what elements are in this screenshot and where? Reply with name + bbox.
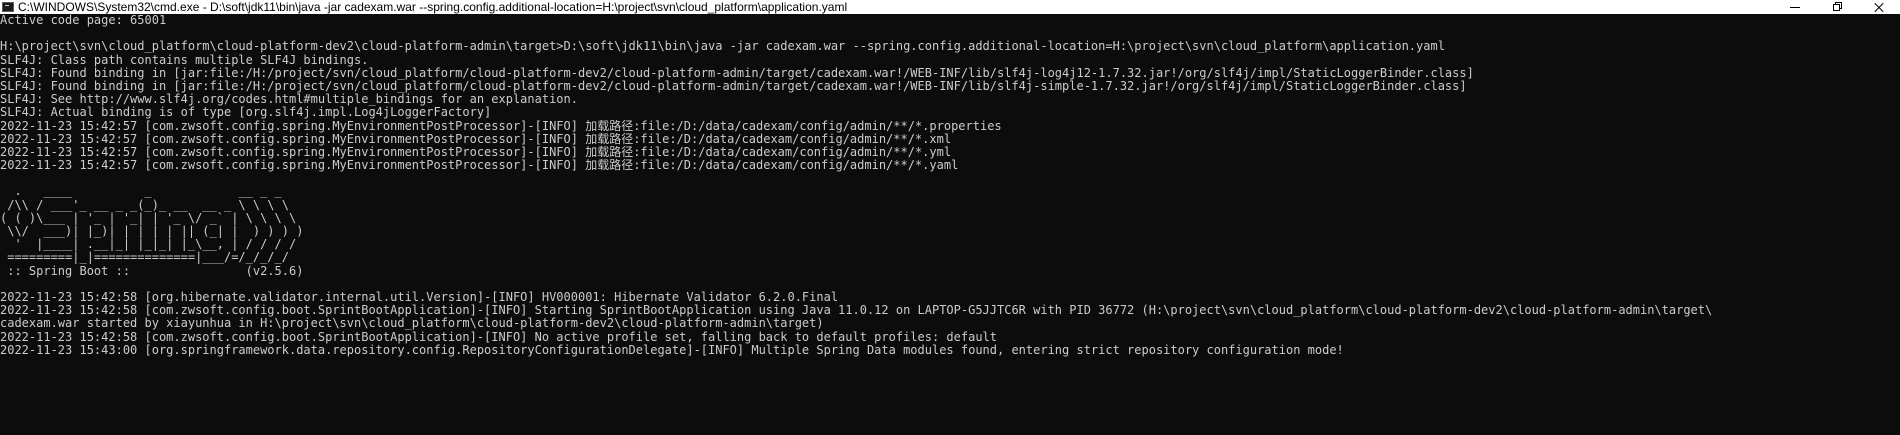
console-output[interactable]: Active code page: 65001 H:\project\svn\cl… [0, 14, 1900, 435]
minimize-icon[interactable] [1774, 0, 1816, 14]
console-line: H:\project\svn\cloud_platform\cloud-plat… [0, 40, 1445, 54]
console-line: 2022-11-23 15:42:57 [com.zwsoft.config.s… [0, 119, 1002, 133]
console-line: 2022-11-23 15:43:00 [org.springframework… [0, 343, 1344, 357]
cmd-window: C:\WINDOWS\System32\cmd.exe - D:\soft\jd… [0, 0, 1900, 435]
console-line: ( ( )\___ | '_ | '_| | '_ \/ _` | \ \ \ … [0, 211, 297, 225]
console-line: SLF4J: Class path contains multiple SLF4… [0, 53, 369, 67]
console-line: 2022-11-23 15:42:58 [org.hibernate.valid… [0, 290, 839, 304]
title-bar[interactable]: C:\WINDOWS\System32\cmd.exe - D:\soft\jd… [0, 0, 1900, 14]
console-line: 2022-11-23 15:42:57 [com.zwsoft.config.s… [0, 132, 952, 146]
window-controls [1774, 0, 1900, 14]
maximize-icon[interactable] [1816, 0, 1858, 14]
console-line: Active code page: 65001 [0, 14, 167, 27]
close-icon[interactable] [1858, 0, 1900, 14]
console-line: \\/ ___)| |_)| | | | | || (_| | ) ) ) ) [0, 225, 304, 238]
console-line: SLF4J: Found binding in [jar:file:/H:/pr… [0, 66, 1474, 80]
console-line: /\\ / ___'_ __ _ _(_)_ __ __ _ \ \ \ \ [0, 198, 289, 212]
console-line: . ____ _ __ _ _ [0, 185, 282, 199]
console-line: SLF4J: Found binding in [jar:file:/H:/pr… [0, 79, 1467, 93]
console-line: 2022-11-23 15:42:58 [com.zwsoft.config.b… [0, 304, 1713, 318]
console-line: SLF4J: See http://www.slf4j.org/codes.ht… [0, 93, 578, 107]
console-line: 2022-11-23 15:42:57 [com.zwsoft.config.s… [0, 159, 959, 173]
cmd-icon [2, 2, 14, 12]
console-line: 2022-11-23 15:42:58 [com.zwsoft.config.b… [0, 330, 997, 344]
console-line: =========|_|==============|___/=/_/_/_/ [0, 251, 289, 265]
console-line: SLF4J: Actual binding is of type [org.sl… [0, 106, 492, 120]
console-line: 2022-11-23 15:42:57 [com.zwsoft.config.s… [0, 145, 952, 159]
console-line: cadexam.war started by xiayunhua in H:\p… [0, 317, 824, 331]
console-line: ' |____| .__|_| |_|_| |_\__, | / / / / [0, 238, 297, 252]
window-title: C:\WINDOWS\System32\cmd.exe - D:\soft\jd… [18, 0, 848, 14]
console-line: :: Spring Boot :: (v2.5.6) [0, 264, 304, 278]
